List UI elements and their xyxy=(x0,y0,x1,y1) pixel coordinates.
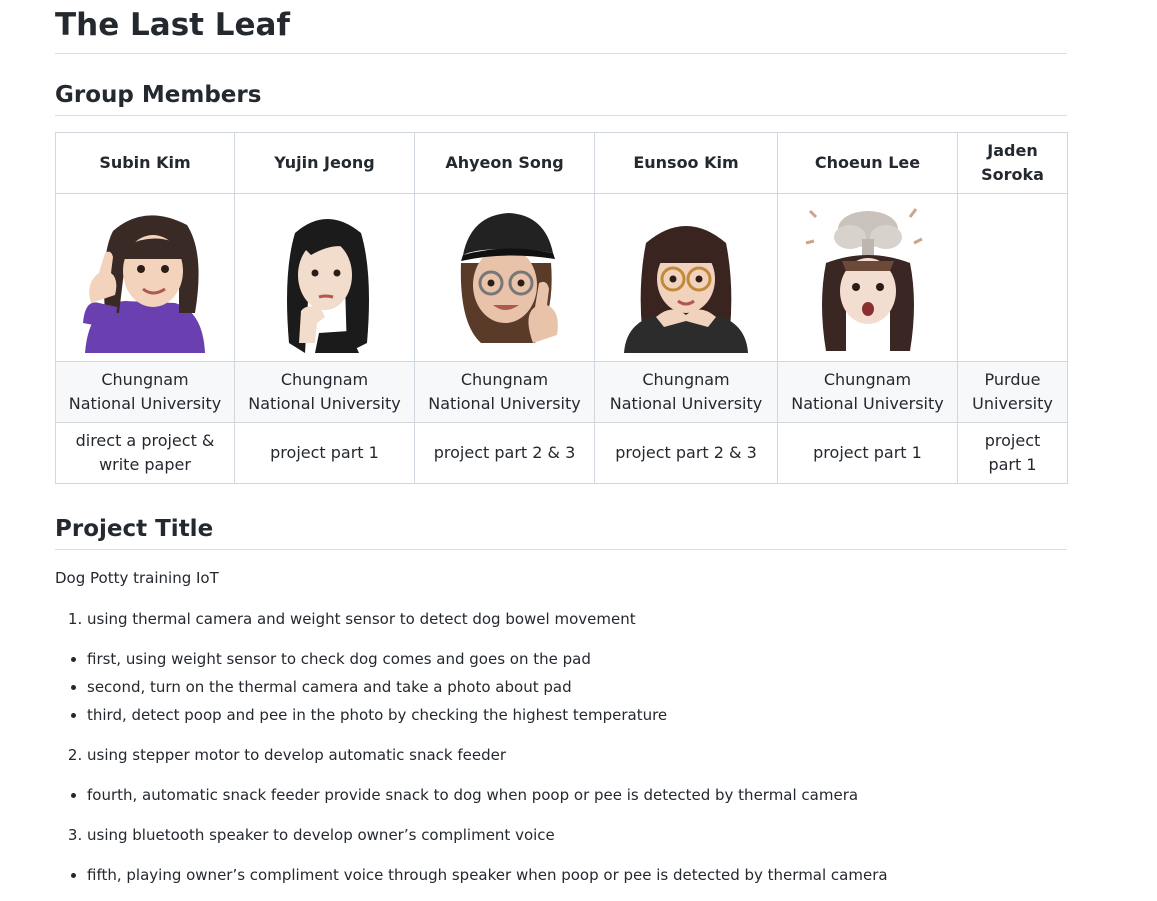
bullet-list: fifth, playing owner’s compliment voice … xyxy=(55,861,1067,889)
step-list: using bluetooth speaker to develop owner… xyxy=(55,821,1067,849)
member-name: Ahyeon Song xyxy=(414,132,595,194)
bullet-item: second, turn on the thermal camera and t… xyxy=(87,673,1067,701)
memoji-thinking xyxy=(286,218,369,353)
member-name: Jaden Soroka xyxy=(957,132,1068,194)
empty-photo-cell xyxy=(957,193,1068,362)
memoji-cap-glasses-thumbs-up xyxy=(460,212,558,343)
member-role: project part 1 xyxy=(777,422,958,484)
bullet-list: first, using weight sensor to check dog … xyxy=(55,645,1067,729)
photo-row xyxy=(55,193,1068,362)
member-school: Chungnam National University xyxy=(414,361,595,423)
step-list: using thermal camera and weight sensor t… xyxy=(55,605,1067,633)
member-school: Chungnam National University xyxy=(234,361,415,423)
group-members-heading: Group Members xyxy=(55,80,1067,116)
project-steps: using thermal camera and weight sensor t… xyxy=(55,605,1067,901)
member-name: Choeun Lee xyxy=(777,132,958,194)
member-role: project part 1 xyxy=(957,422,1068,484)
members-table: Subin Kim Yujin Jeong Ahyeon Song Eunsoo… xyxy=(55,132,1068,484)
member-name: Yujin Jeong xyxy=(234,132,415,194)
member-school: Chungnam National University xyxy=(777,361,958,423)
memoji-glasses-hands-chin xyxy=(624,225,748,353)
bullet-item: fifth, playing owner’s compliment voice … xyxy=(87,861,1067,889)
school-row: Chungnam National University Chungnam Na… xyxy=(55,361,1068,423)
memoji-thumbs-up-purple-sweater xyxy=(83,214,205,353)
member-name: Subin Kim xyxy=(55,132,235,194)
member-school: Chungnam National University xyxy=(55,361,235,423)
member-role: project part 2 & 3 xyxy=(594,422,778,484)
page-title: The Last Leaf xyxy=(55,0,1067,54)
step-item: using thermal camera and weight sensor t… xyxy=(87,605,1067,633)
member-name: Eunsoo Kim xyxy=(594,132,778,194)
step-item: using bluetooth speaker to develop owner… xyxy=(87,821,1067,849)
bullet-item: fourth, automatic snack feeder provide s… xyxy=(87,781,1067,809)
member-role: project part 2 & 3 xyxy=(414,422,595,484)
member-role: direct a project & write paper xyxy=(55,422,235,484)
bullet-item: first, using weight sensor to check dog … xyxy=(87,645,1067,673)
readme-content: The Last Leaf Group Members Subin Kim Yu… xyxy=(55,0,1068,884)
project-title-heading: Project Title xyxy=(55,514,1067,550)
memoji-mind-blown xyxy=(805,207,923,351)
bullet-item: third, detect poop and pee in the photo … xyxy=(87,701,1067,729)
bullet-list: fourth, automatic snack feeder provide s… xyxy=(55,781,1067,809)
step-list: using stepper motor to develop automatic… xyxy=(55,741,1067,769)
member-school: Purdue University xyxy=(957,361,1068,423)
project-description: Dog Potty training IoT xyxy=(55,569,219,587)
member-school: Chungnam National University xyxy=(594,361,778,423)
step-item: using stepper motor to develop automatic… xyxy=(87,741,1067,769)
member-role: project part 1 xyxy=(234,422,415,484)
name-row: Subin Kim Yujin Jeong Ahyeon Song Eunsoo… xyxy=(55,132,1068,194)
role-row: direct a project & write paper project p… xyxy=(55,422,1068,484)
